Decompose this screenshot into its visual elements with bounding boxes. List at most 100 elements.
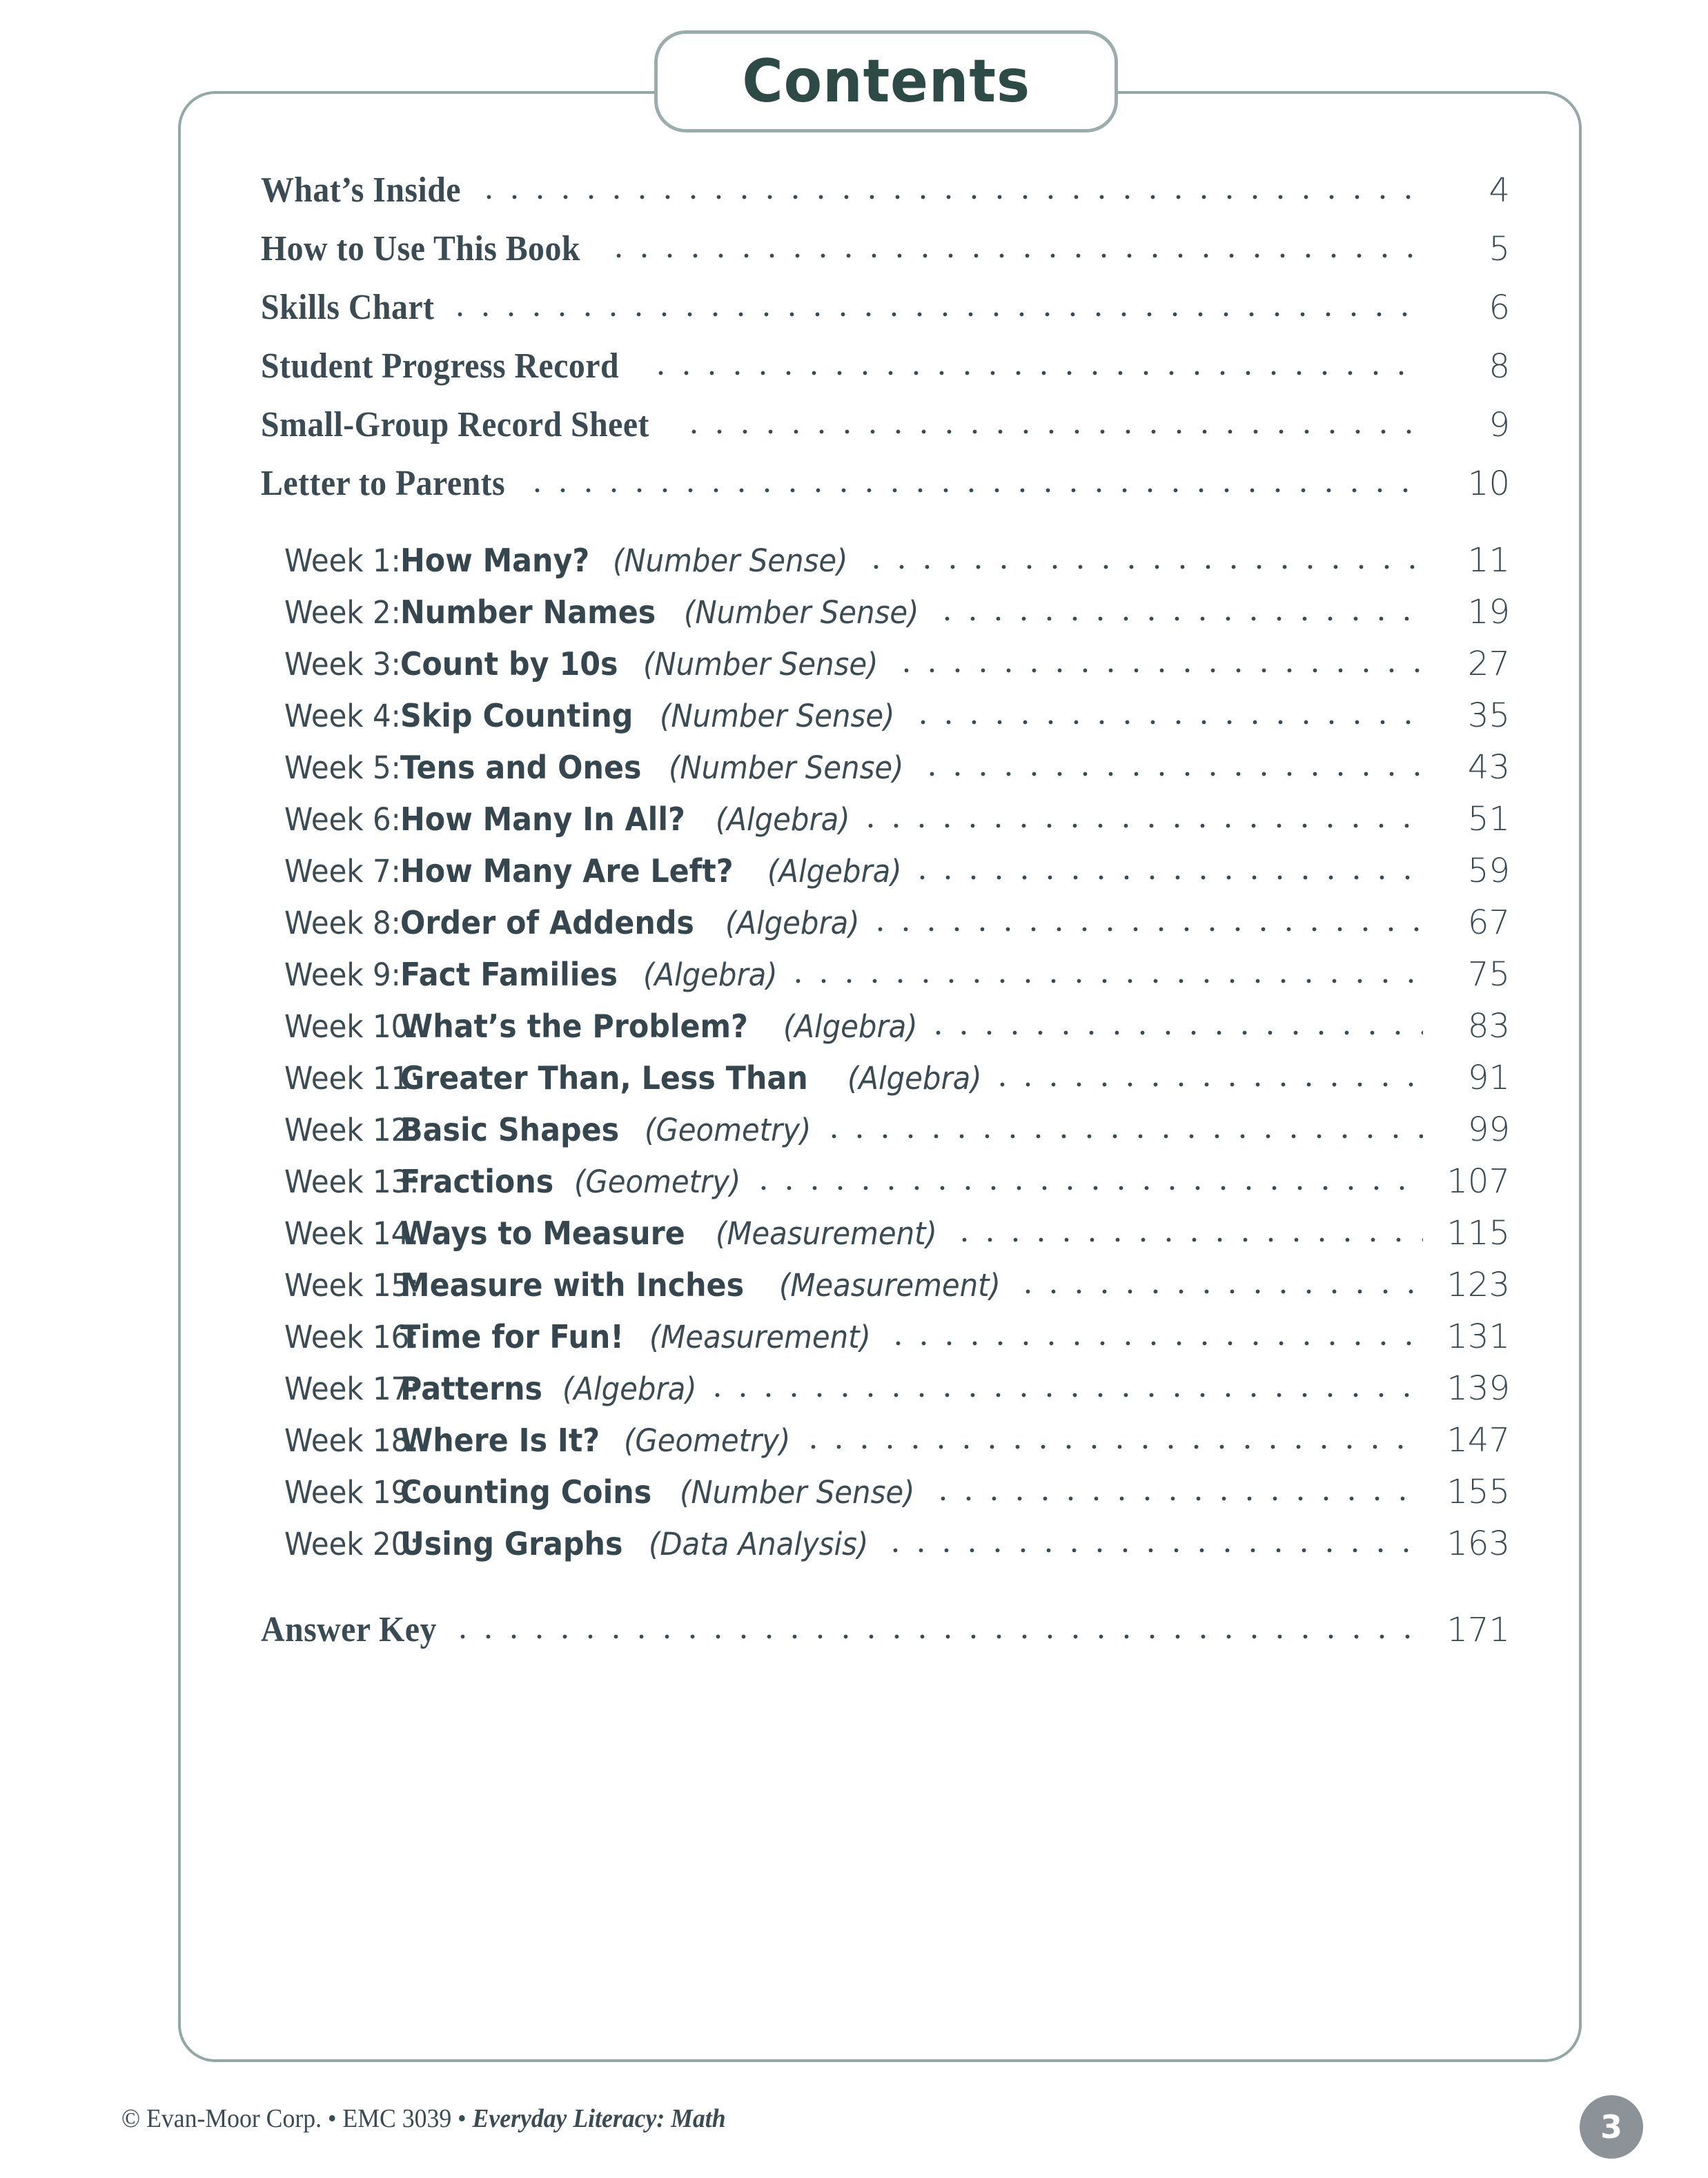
week-page-number: 43 <box>1467 748 1510 787</box>
week-page-number: 155 <box>1446 1473 1510 1511</box>
week-category: (Measurement) <box>778 1267 1001 1304</box>
dot-leader <box>1025 1285 1423 1296</box>
week-category: (Geometry) <box>644 1112 812 1148</box>
week-page-number: 27 <box>1467 645 1510 683</box>
toc-entry-week[interactable]: Week 2: Number Names (Number Sense) 19 <box>284 593 1510 645</box>
week-category: (Number Sense) <box>684 594 919 631</box>
week-category: (Number Sense) <box>643 646 878 683</box>
dot-leader <box>961 1233 1423 1244</box>
toc-entry-front-matter[interactable]: How to Use This Book 5 <box>261 228 1510 287</box>
dot-leader <box>1000 1078 1423 1089</box>
dot-leader <box>945 612 1423 623</box>
week-title: Number Names <box>400 593 656 631</box>
toc-entry-week[interactable]: Week 3: Count by 10s (Number Sense) 27 <box>284 645 1510 696</box>
week-category: (Algebra) <box>642 956 778 993</box>
dot-leader <box>940 1492 1423 1503</box>
toc-entry-week[interactable]: Week 20: Using Graphs (Data Analysis) 163 <box>284 1524 1510 1576</box>
answer-key-label: Answer Key <box>261 1610 437 1649</box>
dot-leader <box>896 1337 1423 1348</box>
toc-entry-week[interactable]: Week 6: How Many In All? (Algebra) 51 <box>284 800 1510 852</box>
week-category: (Algebra) <box>847 1060 982 1097</box>
toc-entry-week[interactable]: Week 14: Ways to Measure (Measurement) 115 <box>284 1214 1510 1266</box>
toc-entry-week[interactable]: Week 4: Skip Counting (Number Sense) 35 <box>284 696 1510 748</box>
toc-entry-week[interactable]: Week 12: Basic Shapes (Geometry) 99 <box>284 1110 1510 1162</box>
dot-leader <box>458 308 1423 319</box>
week-page-number: 139 <box>1446 1369 1510 1408</box>
week-title: Time for Fun! <box>400 1318 624 1355</box>
toc-entry-front-matter[interactable]: What’s Inside 4 <box>261 170 1510 228</box>
week-title: Patterns <box>400 1370 543 1407</box>
toc-entry-week[interactable]: Week 8: Order of Addends (Algebra) 67 <box>284 903 1510 955</box>
dot-leader <box>460 1630 1423 1641</box>
page-number-badge: 3 <box>1580 2095 1643 2159</box>
week-label: Week 7: <box>284 853 401 890</box>
week-page-number: 163 <box>1446 1524 1510 1563</box>
dot-leader <box>868 819 1423 830</box>
toc-entry-front-matter[interactable]: Small-Group Record Sheet 9 <box>261 404 1510 463</box>
week-page-number: 67 <box>1467 903 1510 942</box>
week-category: (Data Analysis) <box>648 1526 869 1562</box>
toc-entry-front-matter[interactable]: Student Progress Record 8 <box>261 346 1510 404</box>
footer-book-title: Everyday Literacy: Math <box>472 2104 726 2133</box>
dot-leader <box>616 249 1423 260</box>
front-matter-label: Student Progress Record <box>261 346 620 386</box>
front-matter-page-number: 10 <box>1467 464 1510 503</box>
front-matter-page-number: 6 <box>1489 288 1510 327</box>
toc-entry-week[interactable]: Week 1: How Many? (Number Sense) 11 <box>284 541 1510 593</box>
week-page-number: 51 <box>1467 800 1510 838</box>
toc-entry-week[interactable]: Week 17: Patterns (Algebra) 139 <box>284 1369 1510 1421</box>
front-matter-label: How to Use This Book <box>261 229 580 268</box>
toc-entry-week[interactable]: Week 18: Where Is It? (Geometry) 147 <box>284 1421 1510 1473</box>
toc-entry-answer-key[interactable]: Answer Key 171 <box>261 1609 1510 1665</box>
week-page-number: 107 <box>1446 1162 1510 1201</box>
toc-entry-front-matter[interactable]: Skills Chart 6 <box>261 287 1510 346</box>
week-category: (Measurement) <box>715 1215 937 1252</box>
footer-credit: © Evan-Moor Corp. • EMC 3039 • Everyday … <box>121 2103 726 2134</box>
week-label: Week 5: <box>284 749 401 786</box>
week-title: Where Is It? <box>400 1422 600 1459</box>
contents-title-badge: Contents <box>654 30 1118 133</box>
week-page-number: 115 <box>1446 1214 1510 1253</box>
week-label: Week 11: <box>284 1060 420 1097</box>
front-matter-label: What’s Inside <box>261 170 461 210</box>
week-title: How Many Are Left? <box>400 852 734 890</box>
page-title: Contents <box>742 47 1030 116</box>
week-page-number: 131 <box>1446 1317 1510 1356</box>
footer-copyright: © Evan-Moor Corp. • EMC 3039 • <box>121 2104 473 2133</box>
dot-leader <box>795 974 1423 985</box>
front-matter-page-number: 4 <box>1489 171 1510 210</box>
page-number-label: 3 <box>1600 2108 1622 2146</box>
dot-leader <box>811 1440 1423 1451</box>
toc-entry-week[interactable]: Week 11: Greater Than, Less Than (Algebra)… <box>284 1059 1510 1110</box>
dot-leader <box>761 1181 1423 1193</box>
toc-entry-week[interactable]: Week 19: Counting Coins (Number Sense) 155 <box>284 1473 1510 1524</box>
toc-entry-week[interactable]: Week 16: Time for Fun! (Measurement) 131 <box>284 1317 1510 1369</box>
toc-entry-week[interactable]: Week 9: Fact Families (Algebra) 75 <box>284 955 1510 1007</box>
week-label: Week 13: <box>284 1164 420 1200</box>
answer-key-page-number: 171 <box>1446 1611 1510 1649</box>
dot-leader <box>487 190 1423 202</box>
week-title: What’s the Problem? <box>400 1008 748 1045</box>
toc-entry-week[interactable]: Week 7: How Many Are Left? (Algebra) 59 <box>284 852 1510 903</box>
dot-leader <box>920 871 1423 882</box>
week-page-number: 75 <box>1467 955 1510 994</box>
toc-entry-week[interactable]: Week 13: Fractions (Geometry) 107 <box>284 1162 1510 1214</box>
week-label: Week 1: <box>284 542 401 579</box>
dot-leader <box>714 1389 1423 1400</box>
toc-entry-front-matter[interactable]: Letter to Parents 10 <box>261 463 1510 522</box>
week-title: How Many In All? <box>400 801 685 838</box>
toc-entry-week[interactable]: Week 10: What’s the Problem? (Algebra) 83 <box>284 1007 1510 1059</box>
front-matter-label: Skills Chart <box>261 288 435 327</box>
toc-entry-week[interactable]: Week 15: Measure with Inches (Measurement)… <box>284 1266 1510 1317</box>
week-label: Week 17: <box>284 1371 420 1407</box>
dot-leader <box>893 1544 1423 1555</box>
week-page-number: 83 <box>1467 1007 1510 1046</box>
week-page-number: 19 <box>1467 593 1510 631</box>
dot-leader <box>691 425 1423 436</box>
toc-entry-week[interactable]: Week 5: Tens and Ones (Number Sense) 43 <box>284 748 1510 800</box>
week-category: (Algebra) <box>562 1371 697 1407</box>
week-category: (Number Sense) <box>659 698 895 734</box>
week-title: Counting Coins <box>400 1473 652 1511</box>
week-page-number: 91 <box>1467 1059 1510 1097</box>
week-category: (Number Sense) <box>679 1474 915 1511</box>
